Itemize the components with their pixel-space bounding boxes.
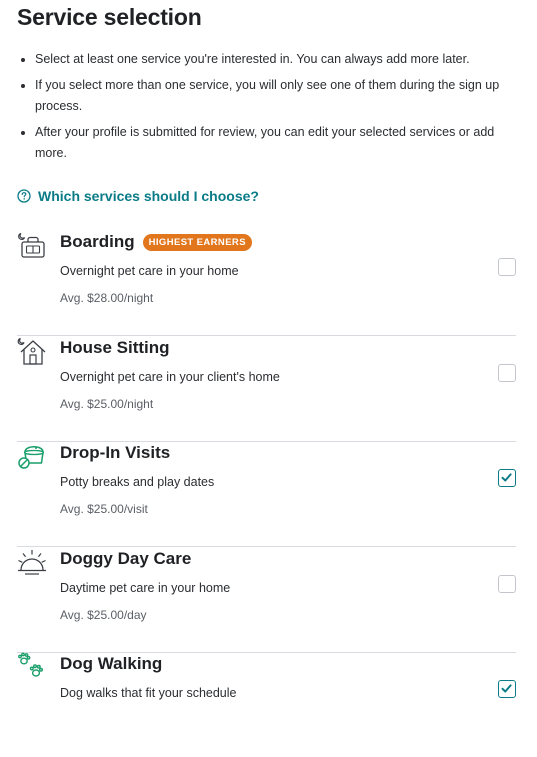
info-bullet: Select at least one service you're inter…: [17, 49, 522, 70]
service-row-dog-walking: Dog Walking Dog walks that fit your sche…: [17, 652, 516, 757]
service-description: Daytime pet care in your home: [60, 581, 231, 595]
service-description: Potty breaks and play dates: [60, 475, 215, 489]
house-sitting-icon: [17, 337, 46, 365]
boarding-checkbox[interactable]: [498, 258, 516, 276]
service-title: Dog Walking: [60, 654, 163, 673]
which-services-help-link[interactable]: Which services should I choose?: [17, 188, 259, 204]
service-price: Avg. $25.00/visit: [60, 502, 148, 516]
service-price: Avg. $28.00/night: [60, 291, 154, 305]
service-price: Avg. $25.00/night: [60, 397, 154, 411]
service-title: House Sitting: [60, 338, 170, 357]
page-title: Service selection: [17, 4, 202, 30]
drop-in-visits-checkbox[interactable]: [498, 469, 516, 487]
service-price: Avg. $25.00/day: [60, 608, 147, 622]
doggy-day-care-checkbox[interactable]: [498, 575, 516, 593]
service-row-house-sitting: House Sitting Overnight pet care in your…: [17, 336, 516, 442]
dog-walking-icon: [18, 652, 44, 677]
service-description: Overnight pet care in your client's home: [60, 370, 280, 384]
service-description: Overnight pet care in your home: [60, 264, 239, 278]
dog-walking-checkbox[interactable]: [498, 680, 516, 698]
service-row-drop-in-visits: Drop-In Visits Potty breaks and play dat…: [17, 441, 516, 547]
info-bullet-list: Select at least one service you're inter…: [17, 49, 522, 169]
service-row-doggy-day-care: Doggy Day Care Daytime pet care in your …: [17, 547, 516, 653]
service-title: Boarding: [60, 232, 135, 251]
boarding-icon: [18, 232, 45, 258]
info-bullet: If you select more than one service, you…: [17, 75, 522, 117]
help-circle-icon: [17, 189, 31, 203]
drop-in-visits-icon: [18, 446, 45, 469]
highest-earners-badge: HIGHEST EARNERS: [142, 233, 252, 251]
service-description: Dog walks that fit your schedule: [60, 686, 237, 700]
help-link-label: Which services should I choose?: [38, 188, 259, 204]
info-bullet: After your profile is submitted for revi…: [17, 122, 522, 164]
house-sitting-checkbox[interactable]: [498, 364, 516, 382]
service-title: Drop-In Visits: [60, 443, 171, 462]
service-row-boarding: Boarding HIGHEST EARNERS Overnight pet c…: [17, 230, 516, 336]
checkmark-icon: [501, 473, 512, 482]
doggy-day-care-icon: [18, 550, 46, 575]
service-title: Doggy Day Care: [60, 549, 192, 568]
checkmark-icon: [501, 684, 512, 693]
